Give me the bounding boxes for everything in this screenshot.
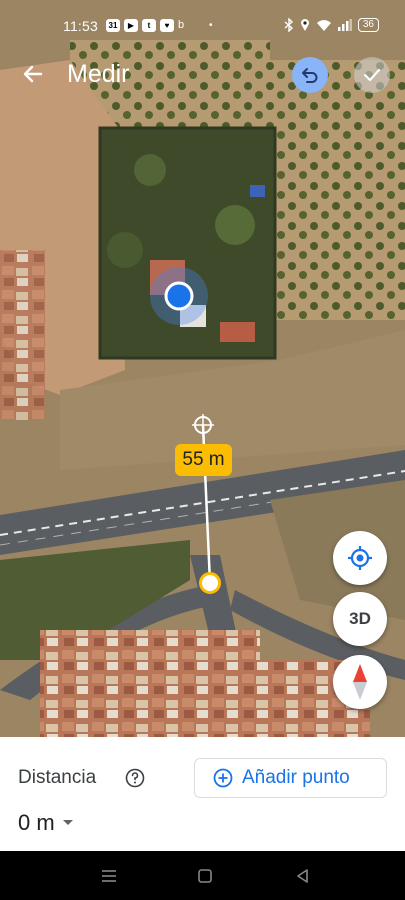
measure-point-marker[interactable] <box>199 572 221 594</box>
bluetooth-icon <box>284 18 293 32</box>
wifi-icon <box>316 19 331 31</box>
signal-icon <box>337 19 352 31</box>
recents-button[interactable] <box>98 865 120 887</box>
my-location-button[interactable] <box>333 531 387 585</box>
calendar-notification-icon: 31 <box>106 19 120 32</box>
dropdown-arrow-icon <box>62 820 73 825</box>
top-app-bar: Medir <box>0 52 405 98</box>
add-point-label: Añadir punto <box>242 767 350 788</box>
status-time: 11:53 <box>63 18 98 34</box>
back-button[interactable] <box>16 56 50 92</box>
undo-icon <box>302 68 318 83</box>
status-bar: 11:53 31 ▶ t ♥ b • 36 <box>0 0 405 52</box>
check-icon <box>363 68 381 82</box>
arrow-back-icon <box>23 65 43 83</box>
page-title: Medir <box>67 60 130 88</box>
back-nav-icon <box>297 869 308 883</box>
heart-notification-icon: ♥ <box>160 19 174 32</box>
more-notifications-dot: • <box>209 20 213 31</box>
add-point-button[interactable]: Añadir punto <box>194 758 387 798</box>
system-nav-bar <box>0 851 405 900</box>
tumblr-notification-icon: t <box>142 19 156 32</box>
measure-distance-label[interactable]: 55 m <box>175 444 232 476</box>
distance-value: 0 m <box>18 810 55 835</box>
help-icon[interactable] <box>125 768 145 788</box>
view-3d-button[interactable]: 3D <box>333 592 387 646</box>
undo-button[interactable] <box>292 57 328 93</box>
distance-label: Distancia <box>18 767 97 788</box>
bottom-sheet: Distancia Añadir punto 0 m <box>0 737 405 851</box>
distance-unit-selector[interactable]: 0 m <box>18 810 74 836</box>
my-location-icon <box>348 546 372 570</box>
confirm-button[interactable] <box>354 57 390 93</box>
home-button[interactable] <box>194 865 216 887</box>
crosshair-icon <box>192 414 214 436</box>
location-icon <box>300 19 309 31</box>
youtube-notification-icon: ▶ <box>124 19 138 32</box>
compass-icon <box>353 664 367 700</box>
notification-icons: 31 ▶ t ♥ b <box>106 19 184 32</box>
recents-icon <box>102 870 116 882</box>
battery-icon: 36 <box>357 18 379 32</box>
home-icon <box>198 869 212 883</box>
status-right-icons: 36 <box>284 18 379 32</box>
back-nav-button[interactable] <box>291 865 313 887</box>
add-circle-icon <box>213 768 233 788</box>
compass-button[interactable] <box>333 655 387 709</box>
b-notification-icon: b <box>178 19 185 31</box>
